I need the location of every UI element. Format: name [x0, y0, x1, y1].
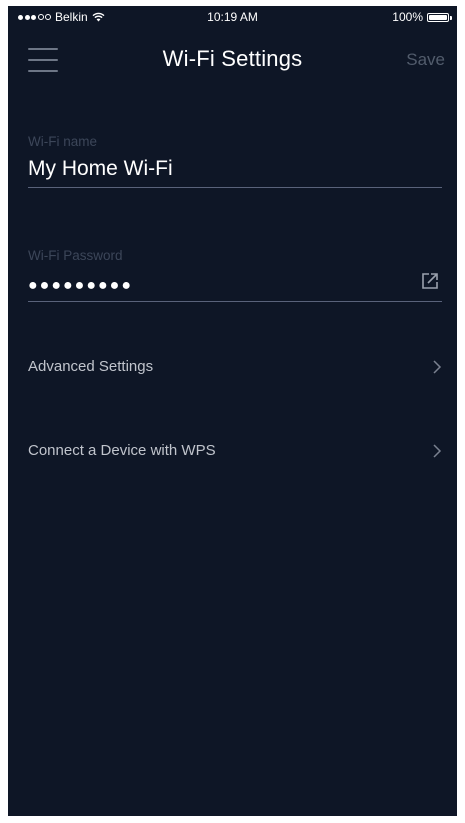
chevron-right-icon [433, 444, 442, 458]
app-screen: Belkin 10:19 AM 100% Wi-Fi Settings Save [8, 6, 457, 816]
connect-wps-row[interactable]: Connect a Device with WPS [28, 438, 442, 466]
wifi-name-label: Wi-Fi name [28, 134, 98, 149]
connect-wps-label: Connect a Device with WPS [28, 442, 216, 459]
save-button[interactable]: Save [400, 49, 451, 71]
chevron-right-icon [433, 360, 442, 374]
external-link-icon[interactable] [420, 271, 440, 291]
page-title: Wi-Fi Settings [162, 46, 303, 71]
wifi-name-field[interactable]: Wi-Fi name My Home Wi-Fi [28, 134, 442, 188]
wifi-name-input[interactable]: My Home Wi-Fi [28, 157, 442, 187]
status-bar: Belkin 10:19 AM 100% [8, 6, 457, 28]
nav-bar: Wi-Fi Settings Save [8, 40, 457, 80]
status-right: 100% [392, 10, 452, 24]
wifi-password-input[interactable]: ●●●●●●●●● [28, 271, 442, 301]
advanced-settings-label: Advanced Settings [28, 358, 154, 375]
battery-percent: 100% [392, 10, 423, 24]
battery-icon [427, 12, 452, 22]
wifi-password-label: Wi-Fi Password [28, 248, 123, 263]
advanced-settings-row[interactable]: Advanced Settings [28, 354, 442, 382]
wifi-password-field[interactable]: Wi-Fi Password ●●●●●●●●● [28, 248, 442, 302]
status-time: 10:19 AM [207, 10, 258, 24]
